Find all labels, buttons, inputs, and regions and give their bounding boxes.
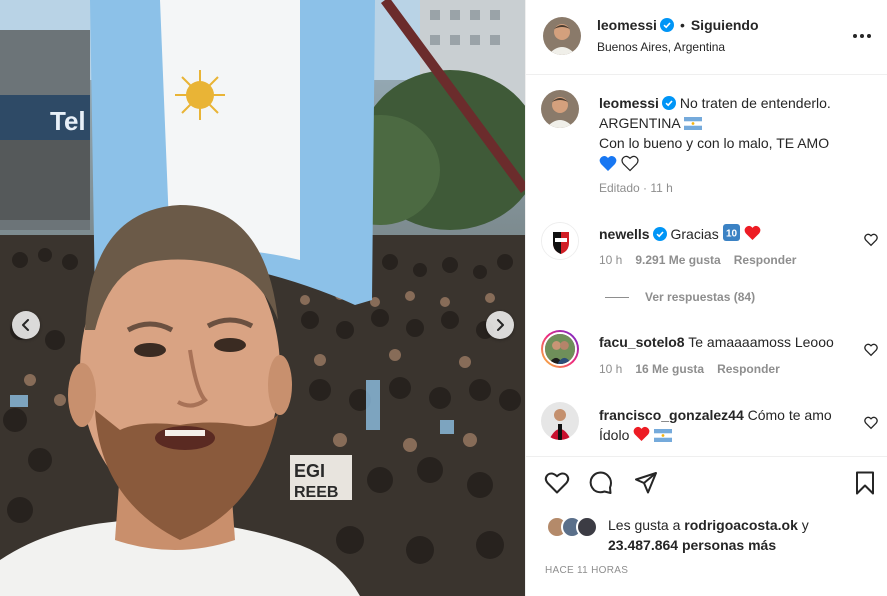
header-user-line: leomessi • Siguiendo — [597, 17, 759, 33]
comment-body: Gracias — [670, 226, 719, 242]
caption-line-1: No traten de entenderlo. — [679, 95, 831, 111]
comment-avatar[interactable] — [541, 222, 579, 260]
comment-time: 10 h — [599, 362, 623, 376]
sign-text: EGI — [294, 461, 325, 481]
following-button[interactable]: Siguiendo — [691, 17, 759, 33]
selfie-photo: Tel EGI REEB — [0, 0, 525, 596]
caption-avatar[interactable] — [541, 90, 579, 128]
post-photo[interactable]: Tel EGI REEB — [0, 0, 525, 596]
action-bar — [526, 456, 887, 506]
caption-line-3: Con lo bueno y con lo malo, TE AMO — [599, 135, 830, 151]
likes-line: Les gusta a rodrigoacosta.ok y — [608, 517, 809, 533]
comment-body-2: Ídolo — [599, 427, 630, 443]
comment-likes[interactable]: 16 Me gusta — [635, 362, 704, 376]
carousel-prev-button[interactable] — [12, 311, 40, 339]
post-timestamp[interactable]: HACE 11 HORAS — [545, 565, 628, 576]
reply-button[interactable]: Responder — [734, 253, 797, 267]
bookmark-icon[interactable] — [852, 470, 878, 496]
share-icon[interactable] — [633, 470, 659, 496]
comment-text: newells Gracias 10 — [599, 224, 864, 244]
comment-avatar[interactable] — [541, 402, 579, 440]
comment-username[interactable]: newells — [599, 226, 650, 242]
banner-text: Tel — [50, 106, 86, 136]
comment-meta: 10 h 9.291 Me gusta Responder — [599, 253, 809, 267]
verified-badge-icon — [652, 227, 667, 241]
separator-dot: • — [679, 17, 685, 33]
caption-text: leomessi No traten de entenderlo. ARGENT… — [599, 93, 879, 175]
heart-icon[interactable] — [544, 470, 570, 496]
argentina-flag-icon — [654, 429, 673, 442]
verified-badge-icon — [661, 96, 676, 110]
blue-heart-icon — [599, 155, 617, 171]
comment-text: francisco_gonzalez44 Cómo te amo Ídolo — [599, 405, 879, 445]
post-location[interactable]: Buenos Aires, Argentina — [597, 40, 725, 54]
chevron-left-icon — [22, 319, 29, 331]
number-10-icon: 10 — [722, 224, 740, 241]
reply-button[interactable]: Responder — [717, 362, 780, 376]
view-replies-button[interactable]: Ver respuestas (84) — [605, 290, 755, 304]
caption-edited: Editado · 11 h — [599, 181, 673, 195]
likes-prefix: Les gusta a — [608, 517, 681, 533]
liker-username[interactable]: rodrigoacosta.ok — [684, 517, 798, 533]
chevron-right-icon — [497, 319, 504, 331]
liker-avatar — [576, 516, 598, 538]
post-sidebar: leomessi • Siguiendo Buenos Aires, Argenti… — [525, 0, 887, 596]
liker-avatars[interactable] — [546, 516, 602, 538]
comment-username[interactable]: facu_sotelo8 — [599, 334, 685, 350]
red-heart-icon — [633, 426, 650, 442]
comment-text: facu_sotelo8 Te amaaaamoss Leooo — [599, 332, 864, 352]
likes-summary: Les gusta a rodrigoacosta.ok y 23.487.86… — [546, 516, 876, 556]
caption-line-2: ARGENTINA — [599, 115, 680, 131]
verified-badge-icon — [659, 18, 674, 32]
svg-text:10: 10 — [726, 229, 738, 240]
heart-icon[interactable] — [864, 343, 878, 357]
avatar-image — [543, 17, 581, 55]
avatar-image — [543, 332, 577, 366]
replies-divider — [605, 297, 629, 299]
caption-username[interactable]: leomessi — [599, 95, 659, 111]
likes-suffix: y — [801, 517, 809, 533]
white-heart-icon — [621, 155, 639, 172]
carousel-next-button[interactable] — [486, 311, 514, 339]
comment-time: 10 h — [599, 253, 623, 267]
argentina-flag-icon — [683, 117, 702, 130]
comment-icon[interactable] — [588, 470, 614, 496]
avatar-image — [541, 402, 579, 440]
author-username[interactable]: leomessi — [597, 17, 657, 33]
view-replies-label: Ver respuestas (84) — [645, 290, 756, 304]
likes-count[interactable]: 23.487.864 personas más — [608, 537, 776, 553]
comment-meta: 10 h 16 Me gusta Responder — [599, 362, 793, 376]
post-header: leomessi • Siguiendo Buenos Aires, Argenti… — [526, 0, 887, 75]
more-options-icon[interactable] — [852, 26, 872, 46]
avatar-image — [541, 90, 579, 128]
heart-icon[interactable] — [864, 416, 878, 430]
newells-logo-icon — [542, 223, 578, 259]
comment-username[interactable]: francisco_gonzalez44 — [599, 407, 744, 423]
comment-likes[interactable]: 9.291 Me gusta — [635, 253, 720, 267]
heart-icon[interactable] — [864, 233, 878, 247]
sign-text-2: REEB — [294, 484, 338, 501]
comment-body: Cómo te amo — [747, 407, 832, 423]
red-heart-icon — [744, 225, 760, 241]
author-avatar[interactable] — [543, 17, 581, 55]
comment-body: Te amaaaamoss Leooo — [688, 334, 834, 350]
comment-avatar[interactable] — [541, 330, 579, 368]
